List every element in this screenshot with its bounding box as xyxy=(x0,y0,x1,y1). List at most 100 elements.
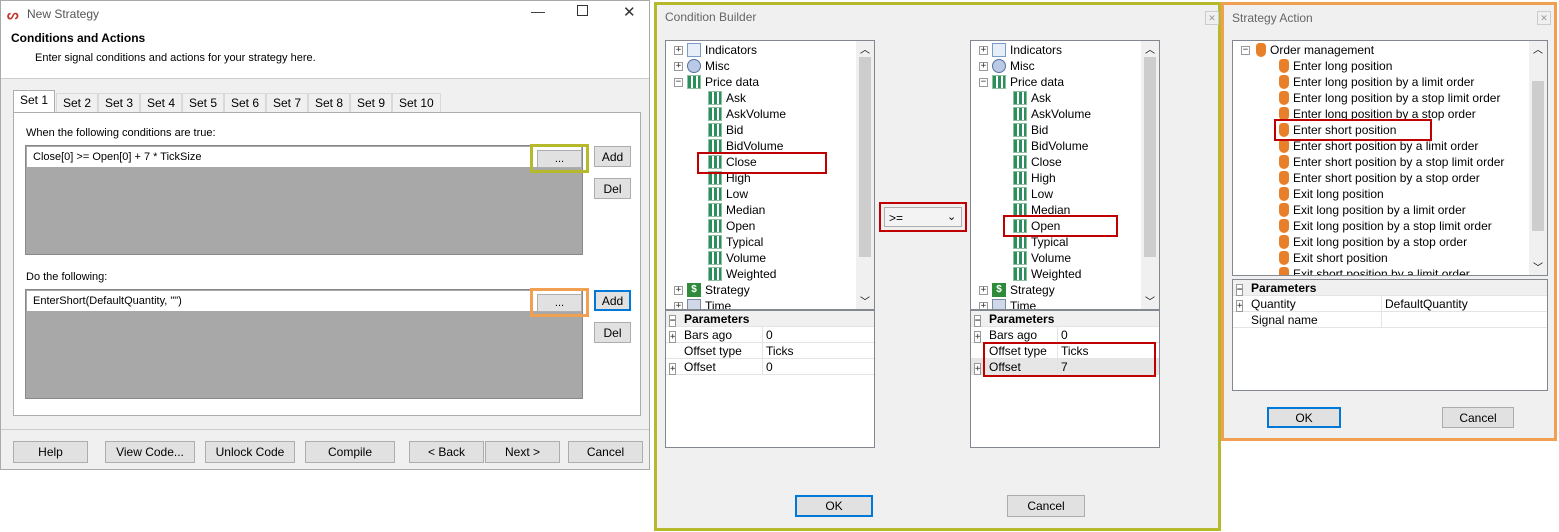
action-item[interactable]: Enter long position by a stop limit orde… xyxy=(1277,90,1500,106)
tab-set-2[interactable]: Set 2 xyxy=(56,93,99,112)
tab-set-10[interactable]: Set 10 xyxy=(392,93,441,112)
tree-node-ask[interactable]: Ask xyxy=(1013,90,1051,106)
scroll-up-icon[interactable]: ︿ xyxy=(1145,41,1155,56)
collapse-icon[interactable]: − xyxy=(669,312,680,327)
tab-set-4[interactable]: Set 4 xyxy=(140,93,183,112)
tab-set-9[interactable]: Set 9 xyxy=(350,93,393,112)
action-tree[interactable]: − Order management Enter long position En… xyxy=(1232,40,1548,276)
tree-node-low[interactable]: Low xyxy=(1013,186,1053,202)
scroll-up-icon[interactable]: ︿ xyxy=(1533,41,1543,56)
tab-set-1[interactable]: Set 1 xyxy=(13,90,56,113)
scroll-up-icon[interactable]: ︿ xyxy=(860,41,870,56)
expand-icon[interactable]: + xyxy=(1236,297,1247,312)
next-button[interactable]: Next > xyxy=(485,441,560,463)
tree-node-volume[interactable]: Volume xyxy=(1013,250,1071,266)
collapse-icon[interactable]: − xyxy=(974,312,985,327)
param-row-offset[interactable]: + Offset 0 xyxy=(666,359,874,375)
ok-button[interactable]: OK xyxy=(1267,407,1341,428)
action-item[interactable]: Exit long position by a stop limit order xyxy=(1277,218,1492,234)
collapse-icon[interactable]: − xyxy=(979,77,988,87)
tree-node-volume[interactable]: Volume xyxy=(708,250,766,266)
tree-node-median[interactable]: Median xyxy=(708,202,765,218)
condition-row[interactable]: Close[0] >= Open[0] + 7 * TickSize xyxy=(27,147,581,167)
delete-condition-button[interactable]: Del xyxy=(594,178,631,199)
right-tree-scrollbar[interactable]: ︿ ﹀ xyxy=(1141,41,1159,309)
action-tree-scrollbar[interactable]: ︿ ﹀ xyxy=(1529,41,1547,275)
action-item[interactable]: Exit long position xyxy=(1277,186,1384,202)
tree-node-bidvolume[interactable]: BidVolume xyxy=(1013,138,1088,154)
scroll-down-icon[interactable]: ﹀ xyxy=(860,293,870,308)
action-item[interactable]: Exit long position by a stop order xyxy=(1277,234,1467,250)
tree-node-weighted[interactable]: Weighted xyxy=(1013,266,1081,282)
tree-node-time[interactable]: + Time xyxy=(674,298,731,309)
collapse-icon[interactable]: − xyxy=(674,77,683,87)
expand-icon[interactable]: + xyxy=(974,328,985,343)
tree-node-high[interactable]: High xyxy=(1013,170,1056,186)
tree-node-bid[interactable]: Bid xyxy=(1013,122,1048,138)
scroll-thumb[interactable] xyxy=(1144,57,1156,257)
ok-button[interactable]: OK xyxy=(795,495,873,517)
action-item[interactable]: Enter long position xyxy=(1277,58,1392,74)
action-item[interactable]: Enter short position by a stop order xyxy=(1277,170,1480,186)
unlock-code-button[interactable]: Unlock Code xyxy=(205,441,295,463)
expand-icon[interactable]: + xyxy=(979,45,988,55)
compile-button[interactable]: Compile xyxy=(305,441,395,463)
scroll-thumb[interactable] xyxy=(859,57,871,257)
minimize-icon[interactable]: — xyxy=(531,3,545,19)
tree-node-ask[interactable]: Ask xyxy=(708,90,746,106)
expand-icon[interactable]: + xyxy=(674,45,683,55)
cancel-button[interactable]: Cancel xyxy=(1007,495,1085,517)
tree-node-open[interactable]: Open xyxy=(708,218,755,234)
condition-edit-button[interactable]: ... xyxy=(530,144,589,173)
expand-icon[interactable]: + xyxy=(674,285,683,295)
cancel-button[interactable]: Cancel xyxy=(568,441,643,463)
tab-set-3[interactable]: Set 3 xyxy=(98,93,141,112)
tree-node-indicators[interactable]: + Indicators xyxy=(674,42,757,58)
left-tree[interactable]: + Indicators + Misc − Price data Ask AskVol… xyxy=(665,40,875,310)
scroll-thumb[interactable] xyxy=(1532,81,1544,231)
expand-icon[interactable]: + xyxy=(669,360,680,375)
tree-node-low[interactable]: Low xyxy=(708,186,748,202)
expand-icon[interactable]: + xyxy=(979,285,988,295)
add-condition-button[interactable]: Add xyxy=(594,146,631,167)
tree-node-strategy[interactable]: + $ Strategy xyxy=(979,282,1055,298)
tree-node-time[interactable]: + Time xyxy=(979,298,1036,309)
param-row-quantity[interactable]: + Quantity DefaultQuantity xyxy=(1233,296,1547,312)
tree-node-weighted[interactable]: Weighted xyxy=(708,266,776,282)
tab-set-7[interactable]: Set 7 xyxy=(266,93,309,112)
collapse-icon[interactable]: − xyxy=(1236,281,1247,296)
cancel-button[interactable]: Cancel xyxy=(1442,407,1514,428)
action-item[interactable]: Enter long position by a limit order xyxy=(1277,74,1474,90)
action-item[interactable]: Enter short position by a stop limit ord… xyxy=(1277,154,1504,170)
tree-node-misc[interactable]: + Misc xyxy=(674,58,730,74)
close-icon[interactable]: ✕ xyxy=(623,3,636,21)
tree-node-typical[interactable]: Typical xyxy=(708,234,763,250)
close-icon[interactable]: ✕ xyxy=(1205,11,1219,25)
scroll-down-icon[interactable]: ﹀ xyxy=(1145,293,1155,308)
tree-node-bid[interactable]: Bid xyxy=(708,122,743,138)
expand-icon[interactable]: + xyxy=(674,61,683,71)
tab-set-5[interactable]: Set 5 xyxy=(182,93,225,112)
tree-node-indicators[interactable]: + Indicators xyxy=(979,42,1062,58)
close-icon[interactable]: ✕ xyxy=(1537,11,1551,25)
chevron-down-icon[interactable]: ⌄ xyxy=(947,210,956,223)
add-action-button[interactable]: Add xyxy=(594,290,631,311)
param-row-bars-ago[interactable]: + Bars ago 0 xyxy=(971,327,1159,343)
action-ellipsis-button[interactable]: ... xyxy=(537,294,582,312)
tree-node-close[interactable]: Close xyxy=(1013,154,1062,170)
tab-set-8[interactable]: Set 8 xyxy=(308,93,351,112)
maximize-icon[interactable] xyxy=(577,5,588,16)
collapse-icon[interactable]: − xyxy=(1241,45,1250,55)
delete-action-button[interactable]: Del xyxy=(594,322,631,343)
back-button[interactable]: < Back xyxy=(409,441,484,463)
action-item[interactable]: Exit short position xyxy=(1277,250,1388,266)
tab-set-6[interactable]: Set 6 xyxy=(224,93,267,112)
view-code-button[interactable]: View Code... xyxy=(105,441,195,463)
help-button[interactable]: Help xyxy=(13,441,88,463)
tree-node-misc[interactable]: + Misc xyxy=(979,58,1035,74)
condition-ellipsis-button[interactable]: ... xyxy=(537,150,582,168)
action-item[interactable]: Exit long position by a limit order xyxy=(1277,202,1466,218)
tree-node-askvolume[interactable]: AskVolume xyxy=(1013,106,1091,122)
param-row-offset-type[interactable]: Offset type Ticks xyxy=(666,343,874,359)
param-row-signal-name[interactable]: Signal name xyxy=(1233,312,1547,328)
